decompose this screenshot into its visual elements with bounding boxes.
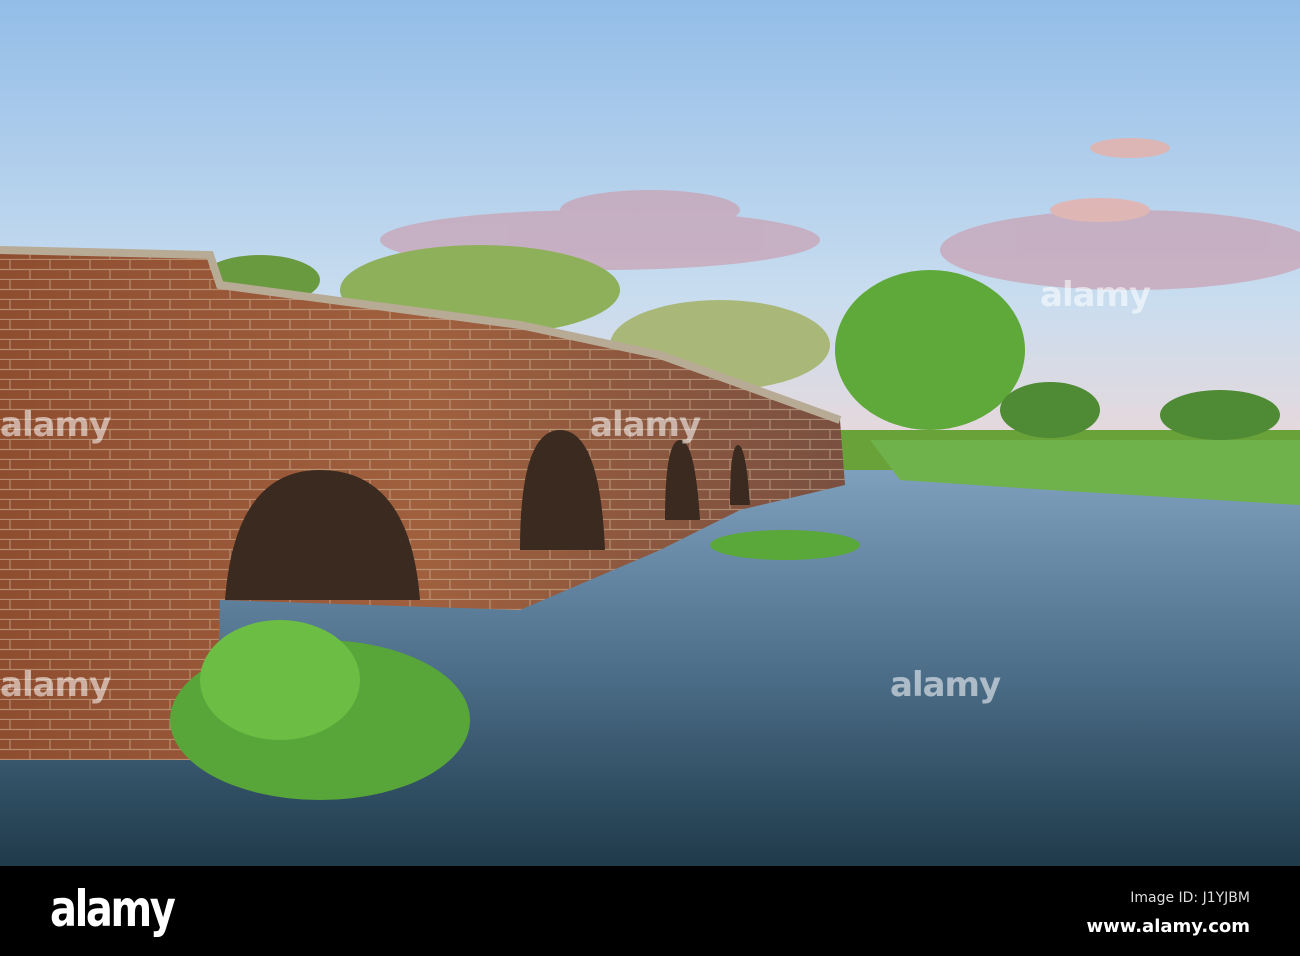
watermark: alamy xyxy=(0,665,111,705)
watermark: alamy xyxy=(0,405,111,445)
alamy-logo: alamy xyxy=(50,880,176,938)
footer: alamy Image ID: J1YJBM www.alamy.com xyxy=(0,866,1300,956)
watermark: alamy xyxy=(890,665,1001,705)
photo: alamy alamy alamy alamy alamy xyxy=(0,0,1300,866)
image-id: Image ID: J1YJBM xyxy=(1130,890,1250,906)
watermark: alamy xyxy=(590,405,701,445)
watermark: alamy xyxy=(1040,275,1151,315)
site-url: www.alamy.com xyxy=(1086,916,1250,937)
